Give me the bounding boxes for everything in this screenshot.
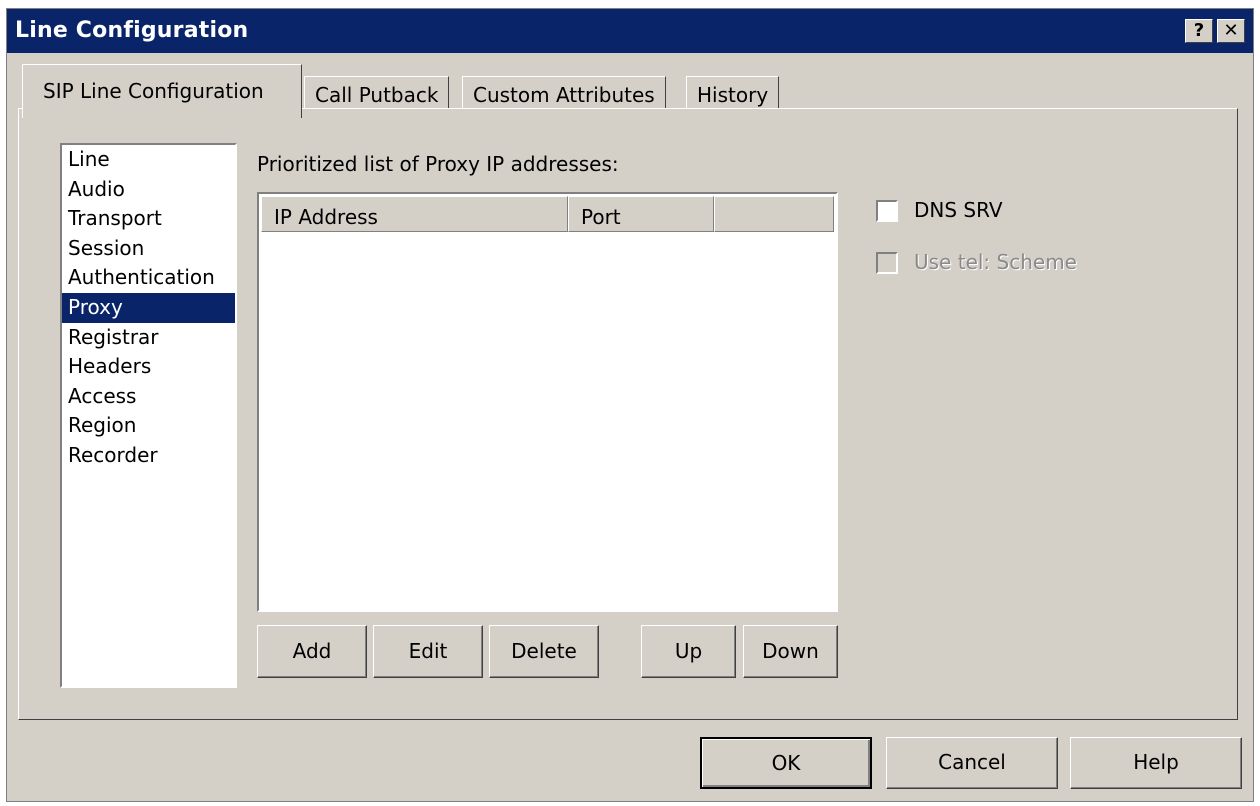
tab-label: History: [697, 83, 769, 107]
list-header: IP Address Port: [259, 194, 836, 234]
button-label: Cancel: [938, 750, 1006, 774]
column-blank[interactable]: [714, 196, 834, 232]
cancel-button[interactable]: Cancel: [886, 737, 1058, 789]
use-tel-scheme-checkbox[interactable]: [876, 252, 898, 274]
column-port[interactable]: Port: [568, 196, 714, 232]
button-label: OK: [771, 751, 801, 775]
tab-label: Custom Attributes: [473, 83, 655, 107]
window-title: Line Configuration: [15, 18, 249, 43]
button-label: Edit: [408, 639, 448, 663]
up-button[interactable]: Up: [641, 625, 736, 678]
category-item-registrar[interactable]: Registrar: [62, 323, 235, 353]
help-title-button[interactable]: ?: [1185, 19, 1213, 43]
category-item-audio[interactable]: Audio: [62, 175, 235, 205]
down-button[interactable]: Down: [743, 625, 838, 678]
dns-srv-checkbox[interactable]: [876, 200, 898, 222]
close-button[interactable]: ✕: [1217, 19, 1245, 43]
category-item-access[interactable]: Access: [62, 382, 235, 412]
button-label: Down: [762, 639, 819, 663]
category-item-transport[interactable]: Transport: [62, 204, 235, 234]
tab-label: SIP Line Configuration: [43, 79, 264, 103]
ok-button[interactable]: OK: [700, 737, 872, 789]
close-icon: ✕: [1223, 20, 1239, 41]
dns-srv-label: DNS SRV: [914, 198, 1003, 222]
edit-button[interactable]: Edit: [373, 625, 483, 678]
delete-button[interactable]: Delete: [489, 625, 599, 678]
help-icon: ?: [1193, 20, 1205, 41]
button-label: Delete: [511, 639, 577, 663]
column-ip-address[interactable]: IP Address: [261, 196, 568, 232]
category-item-headers[interactable]: Headers: [62, 352, 235, 382]
proxy-list-label: Prioritized list of Proxy IP addresses:: [257, 152, 619, 176]
button-label: Add: [292, 639, 332, 663]
category-item-session[interactable]: Session: [62, 234, 235, 264]
proxy-address-list[interactable]: IP Address Port: [257, 192, 838, 612]
category-item-proxy[interactable]: Proxy: [62, 292, 235, 323]
category-list[interactable]: Line Audio Transport Session Authenticat…: [60, 143, 237, 688]
tab-label: Call Putback: [315, 83, 439, 107]
use-tel-scheme-label: Use tel: Scheme: [914, 250, 1077, 274]
button-label: Help: [1133, 750, 1179, 774]
help-button[interactable]: Help: [1070, 737, 1242, 789]
category-item-region[interactable]: Region: [62, 411, 235, 441]
add-button[interactable]: Add: [257, 625, 367, 678]
tab-sip-line-configuration[interactable]: SIP Line Configuration: [22, 64, 302, 118]
category-item-authentication[interactable]: Authentication: [62, 263, 235, 293]
category-item-line[interactable]: Line: [62, 145, 235, 175]
category-item-recorder[interactable]: Recorder: [62, 441, 235, 471]
title-bar[interactable]: Line Configuration ? ✕: [7, 9, 1253, 53]
button-label: Up: [674, 639, 703, 663]
